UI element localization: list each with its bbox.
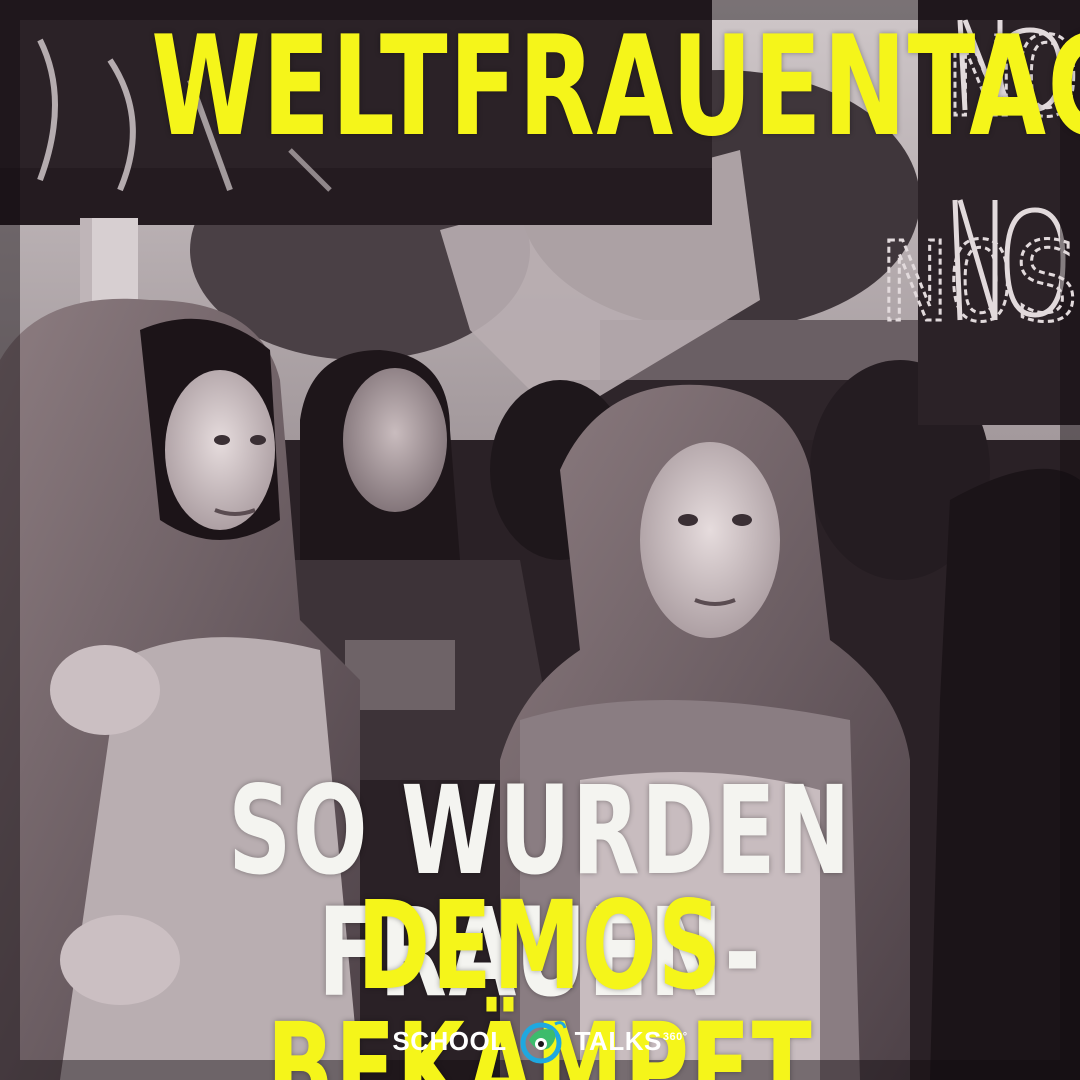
schooltalks-logo: SCHOOL TALKS360° xyxy=(0,1016,1080,1066)
post-canvas: NO NOS WELTFRAUENTAG SO WURDEN FRAUEN- D… xyxy=(0,0,1080,1080)
logo-superscript: 360° xyxy=(662,1030,688,1043)
logo-word-talks: TALKS360° xyxy=(574,1025,688,1056)
logo-word-school: SCHOOL xyxy=(392,1025,507,1056)
logo-globe-icon xyxy=(520,1021,567,1064)
sign-right-text-2: NOS xyxy=(881,218,1080,346)
headline-title: WELTFRAUENTAG xyxy=(151,6,1080,167)
